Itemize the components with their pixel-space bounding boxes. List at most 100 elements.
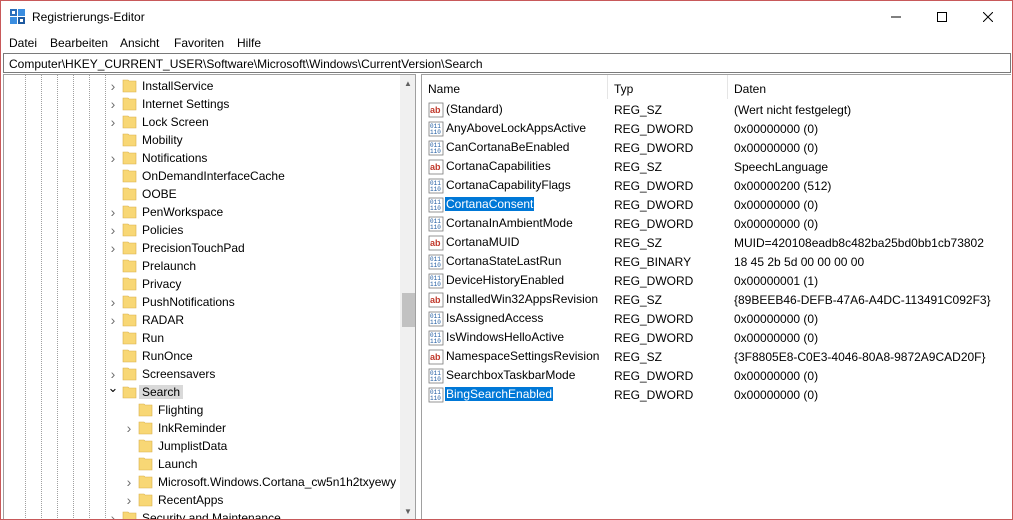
chevron-right-icon[interactable]: › (108, 78, 118, 94)
menu-ansicht[interactable]: Ansicht (120, 36, 159, 50)
tree-item-label[interactable]: Microsoft.Windows.Cortana_cw5n1h2txyewy (158, 475, 396, 489)
tree-item-label[interactable]: PenWorkspace (142, 205, 223, 219)
tree-item[interactable]: OOBE (4, 185, 400, 203)
chevron-right-icon[interactable]: › (108, 510, 118, 519)
value-name[interactable]: DeviceHistoryEnabled (445, 273, 565, 287)
tree-item[interactable]: › InkReminder (4, 419, 400, 437)
tree-item-label[interactable]: Search (139, 385, 184, 399)
value-row[interactable]: ab InstalledWin32AppsRevision REG_SZ {89BEE… (422, 290, 1011, 309)
value-row[interactable]: 011 110 CortanaConsent REG_DWORD 0x00000000 … (422, 195, 1011, 214)
tree-item[interactable]: › Lock Screen (4, 113, 400, 131)
chevron-right-icon[interactable]: › (108, 114, 118, 130)
tree-item-label[interactable]: Lock Screen (142, 115, 209, 129)
title-bar[interactable]: Registrierungs-Editor (1, 1, 1012, 32)
tree-item[interactable]: › Security and Maintenance (4, 509, 400, 519)
value-row[interactable]: ab CortanaMUID REG_SZ MUID=420108eadb8c482b… (422, 233, 1011, 252)
tree-item-label[interactable]: Launch (158, 457, 197, 471)
column-header-data[interactable]: Daten (728, 75, 1011, 99)
menu-favoriten[interactable]: Favoriten (174, 36, 224, 50)
value-name[interactable]: CanCortanaBeEnabled (445, 140, 570, 154)
tree-item-label[interactable]: InstallService (142, 79, 213, 93)
value-row[interactable]: 011 110 IsWindowsHelloActive REG_DWORD 0x000… (422, 328, 1011, 347)
value-row[interactable]: 011 110 AnyAboveLockAppsActive REG_DWORD 0x0… (422, 119, 1011, 138)
tree-item-label[interactable]: Screensavers (142, 367, 215, 381)
tree-item[interactable]: RunOnce (4, 347, 400, 365)
tree-item-label[interactable]: RecentApps (158, 493, 223, 507)
tree-item[interactable]: › Internet Settings (4, 95, 400, 113)
address-path[interactable]: Computer\HKEY_CURRENT_USER\Software\Micr… (9, 57, 483, 71)
column-header-type[interactable]: Typ (608, 75, 728, 99)
tree-item[interactable]: Prelaunch (4, 257, 400, 275)
maximize-button[interactable] (919, 1, 965, 32)
tree-item-label[interactable]: Internet Settings (142, 97, 229, 111)
value-row[interactable]: 011 110 DeviceHistoryEnabled REG_DWORD 0x000… (422, 271, 1011, 290)
address-bar[interactable]: Computer\HKEY_CURRENT_USER\Software\Micr… (3, 53, 1011, 73)
tree-item[interactable]: › Microsoft.Windows.Cortana_cw5n1h2txyewy (4, 473, 400, 491)
value-list-pane[interactable]: Name Typ Daten ab (Standard) REG_SZ (Wert n… (421, 74, 1011, 519)
tree-item-label[interactable]: Policies (142, 223, 183, 237)
chevron-right-icon[interactable]: › (108, 222, 118, 238)
value-name[interactable]: SearchboxTaskbarMode (445, 368, 576, 382)
menu-datei[interactable]: Datei (9, 36, 37, 50)
tree-item-label[interactable]: OnDemandInterfaceCache (142, 169, 285, 183)
value-name[interactable]: CortanaStateLastRun (445, 254, 562, 268)
tree-item[interactable]: › PenWorkspace (4, 203, 400, 221)
value-row[interactable]: 011 110 CanCortanaBeEnabled REG_DWORD 0x0000… (422, 138, 1011, 157)
scroll-up-arrow[interactable]: ▲ (400, 75, 415, 92)
chevron-right-icon[interactable]: › (108, 312, 118, 328)
tree-item[interactable]: Flighting (4, 401, 400, 419)
value-name[interactable]: CortanaInAmbientMode (445, 216, 574, 230)
scroll-thumb[interactable] (402, 293, 415, 327)
chevron-down-icon[interactable]: ⌄ (108, 380, 119, 395)
chevron-right-icon[interactable]: › (108, 240, 118, 256)
tree-vertical-scrollbar[interactable]: ▲ ▼ (400, 75, 415, 519)
tree-item[interactable]: Run (4, 329, 400, 347)
tree-item[interactable]: › Notifications (4, 149, 400, 167)
value-name[interactable]: IsWindowsHelloActive (445, 330, 565, 344)
tree-item[interactable]: › RADAR (4, 311, 400, 329)
value-row[interactable]: 011 110 SearchboxTaskbarMode REG_DWORD 0x000… (422, 366, 1011, 385)
value-name[interactable]: CortanaCapabilityFlags (445, 178, 572, 192)
tree-item[interactable]: › RecentApps (4, 491, 400, 509)
close-button[interactable] (965, 1, 1011, 32)
key-tree-pane[interactable]: › InstallService › Internet Settings › Lock S… (3, 74, 416, 519)
chevron-right-icon[interactable]: › (108, 366, 118, 382)
chevron-right-icon[interactable]: › (108, 150, 118, 166)
tree-item-label[interactable]: JumplistData (158, 439, 227, 453)
tree-item[interactable]: Mobility (4, 131, 400, 149)
value-name[interactable]: CortanaConsent (443, 196, 536, 212)
value-name[interactable]: AnyAboveLockAppsActive (445, 121, 587, 135)
tree-item-label[interactable]: Prelaunch (142, 259, 196, 273)
tree-item[interactable]: ⌄ Search (4, 380, 400, 401)
value-name[interactable]: NamespaceSettingsRevision (445, 349, 600, 363)
tree-item[interactable]: Privacy (4, 275, 400, 293)
chevron-right-icon[interactable]: › (108, 96, 118, 112)
tree-item-label[interactable]: Privacy (142, 277, 181, 291)
tree-item[interactable]: › PrecisionTouchPad (4, 239, 400, 257)
scroll-down-arrow[interactable]: ▼ (400, 503, 415, 519)
tree-item[interactable]: JumplistData (4, 437, 400, 455)
value-name[interactable]: BingSearchEnabled (443, 386, 555, 402)
chevron-right-icon[interactable]: › (108, 294, 118, 310)
menu-hilfe[interactable]: Hilfe (237, 36, 261, 50)
value-row[interactable]: 011 110 IsAssignedAccess REG_DWORD 0x0000000… (422, 309, 1011, 328)
tree-item-label[interactable]: RADAR (142, 313, 184, 327)
tree-item-label[interactable]: Run (142, 331, 164, 345)
tree-item[interactable]: › InstallService (4, 77, 400, 95)
tree-item-label[interactable]: PushNotifications (142, 295, 235, 309)
minimize-button[interactable] (873, 1, 919, 32)
tree-item[interactable]: › Screensavers (4, 365, 400, 383)
value-name[interactable]: (Standard) (445, 102, 504, 116)
value-name[interactable]: IsAssignedAccess (445, 311, 544, 325)
tree-item[interactable]: OnDemandInterfaceCache (4, 167, 400, 185)
value-row[interactable]: 011 110 CortanaStateLastRun REG_BINARY 18 45… (422, 252, 1011, 271)
menu-bearbeiten[interactable]: Bearbeiten (50, 36, 108, 50)
tree-item-label[interactable]: Security and Maintenance (142, 511, 281, 519)
tree-item-label[interactable]: OOBE (142, 187, 177, 201)
value-row[interactable]: ab CortanaCapabilities REG_SZ SpeechLanguag… (422, 157, 1011, 176)
value-name[interactable]: CortanaMUID (445, 235, 520, 249)
value-name[interactable]: CortanaCapabilities (445, 159, 552, 173)
chevron-right-icon[interactable]: › (124, 492, 134, 508)
tree-item[interactable]: › Policies (4, 221, 400, 239)
value-name[interactable]: InstalledWin32AppsRevision (445, 292, 599, 306)
